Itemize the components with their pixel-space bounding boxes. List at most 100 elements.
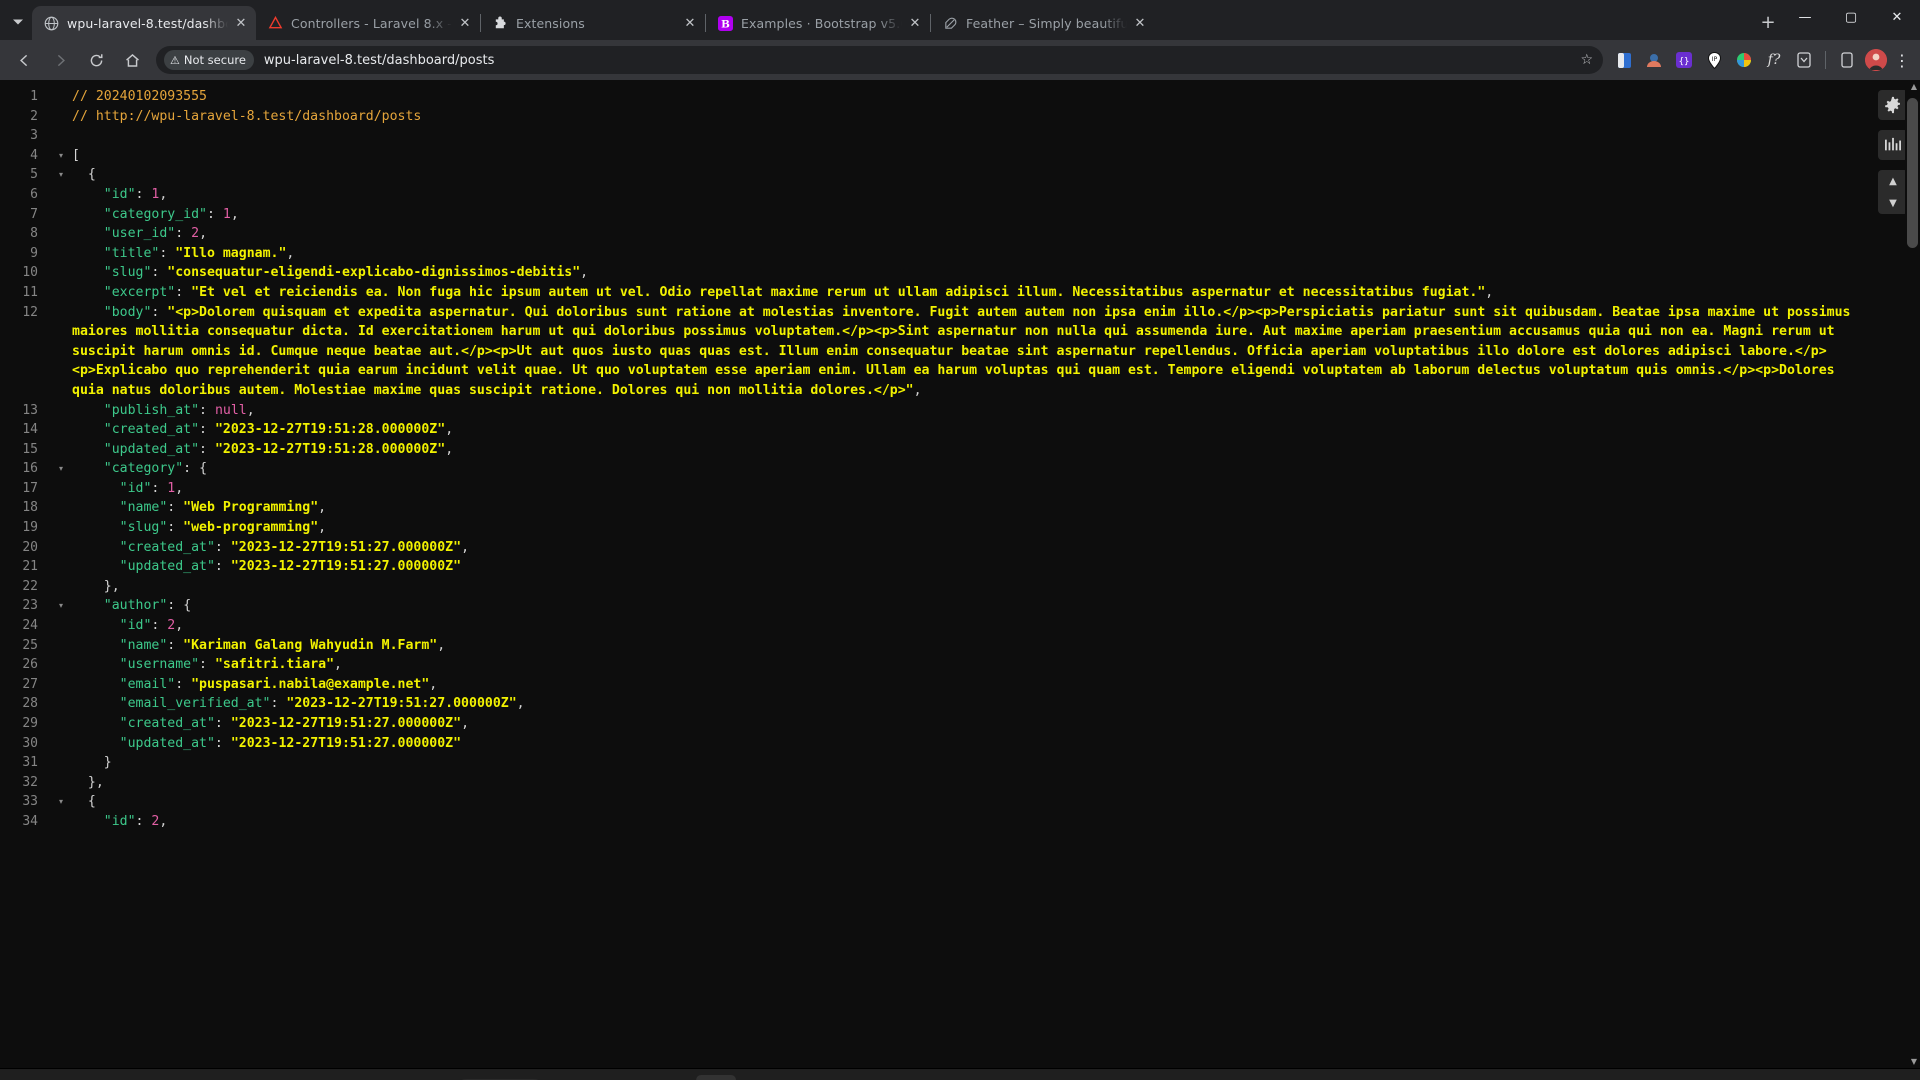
wifi-icon[interactable]	[1708, 1075, 1738, 1080]
avatar-extension-icon[interactable]	[1641, 47, 1667, 73]
browser-tab-4[interactable]: Feather – Simply beautiful open✕	[931, 6, 1155, 40]
chevron-up-icon[interactable]: ⌃	[1651, 1075, 1674, 1080]
json-line: "author": {	[72, 596, 1874, 616]
taskbar-app-file-explorer[interactable]: 📁	[650, 1075, 690, 1080]
scrollbar-thumb[interactable]	[1907, 98, 1918, 248]
json-viewer-panel: 1234567891011121314151617181920212223242…	[0, 80, 1920, 1068]
speaker-icon[interactable]	[1738, 1075, 1768, 1080]
lastpass-icon[interactable]	[1611, 47, 1637, 73]
taskbar-app-widgets[interactable]: 📈	[604, 1075, 644, 1080]
token-punc: :	[151, 618, 167, 633]
browser-tab-3[interactable]: BExamples · Bootstrap v5.0✕	[706, 6, 930, 40]
start-button[interactable]	[402, 1075, 442, 1080]
taskbar-app-chatgpt[interactable]: ◯	[1248, 1075, 1288, 1080]
token-punc: :	[167, 520, 183, 535]
security-badge[interactable]: ⚠ Not secure	[164, 50, 254, 70]
taskbar-app-discord[interactable]: ◍	[1202, 1075, 1242, 1080]
url-text[interactable]: wpu-laravel-8.test/dashboard/posts	[264, 53, 1581, 68]
back-icon[interactable]	[9, 45, 39, 75]
taskbar-app-notion-second[interactable]: N	[1432, 1075, 1472, 1080]
raw-data-icon[interactable]	[1878, 130, 1908, 160]
taskbar-app-postman[interactable]: ◑	[880, 1075, 920, 1080]
taskbar-app-word[interactable]: W	[1064, 1075, 1104, 1080]
fold-gutter[interactable]: ▾▾▾▾▾	[50, 80, 72, 1068]
scrollbar-up-arrow[interactable]: ▲	[1911, 82, 1917, 91]
json-viewer-icon[interactable]: {}	[1671, 47, 1697, 73]
taskbar-app-unknown-app[interactable]: ▲	[1478, 1075, 1518, 1080]
taskbar-app-task-view[interactable]: ▣	[558, 1075, 598, 1080]
taskbar-app-notepad[interactable]: ▥	[1340, 1075, 1380, 1080]
token-key: "email"	[72, 677, 175, 692]
token-str: "safitri.tiara"	[215, 657, 334, 672]
vertical-scrollbar[interactable]: ▲ ▼	[1905, 80, 1920, 1068]
json-line: "title": "Illo magnam.",	[72, 244, 1874, 264]
fold-toggle-icon[interactable]: ▾	[50, 146, 72, 166]
taskbar-app-visual-studio-code[interactable]: ✕	[788, 1075, 828, 1080]
browser-tab-2[interactable]: Extensions✕	[481, 6, 705, 40]
windows-taskbar: 🔍 Search ▣📈📁◎▶✕🐘◑❖N▤W✆✈◍◯◉▥bN▲ ⌃	[0, 1068, 1920, 1080]
scroll-nav-buttons[interactable]: ▲ ▼	[1878, 170, 1908, 214]
taskbar-app-postgresql[interactable]: 🐘	[834, 1075, 874, 1080]
token-key: "body"	[72, 305, 151, 320]
token-punc: :	[175, 226, 191, 241]
tab-close-icon[interactable]: ✕	[456, 14, 474, 32]
taskbar-app-telegram[interactable]: ✈	[1156, 1075, 1196, 1080]
taskbar-app-figma[interactable]: ❖	[926, 1075, 966, 1080]
pocket-icon[interactable]	[1791, 47, 1817, 73]
tab-close-icon[interactable]: ✕	[681, 14, 699, 32]
fold-toggle-icon[interactable]: ▾	[50, 596, 72, 616]
token-brace: {	[72, 794, 96, 809]
warning-triangle-icon: ⚠	[170, 54, 180, 67]
fontsninja-icon[interactable]: f?	[1761, 47, 1787, 73]
chevron-down-icon[interactable]: ▼	[1878, 192, 1908, 214]
close-window-button[interactable]: ✕	[1874, 0, 1920, 34]
forward-icon[interactable]	[45, 45, 75, 75]
tab-search-icon[interactable]	[4, 7, 32, 37]
three-dots-icon[interactable]: ⋮	[1890, 51, 1914, 70]
tab-close-icon[interactable]: ✕	[906, 14, 924, 32]
token-punc: :	[167, 500, 183, 515]
taskbar-app-google-chrome[interactable]: ◎	[696, 1075, 736, 1080]
tab-close-icon[interactable]: ✕	[232, 14, 250, 32]
ip-lookup-icon[interactable]: IP	[1701, 47, 1727, 73]
bell-icon[interactable]	[1886, 1075, 1914, 1080]
firefox-icon[interactable]	[1674, 1075, 1708, 1080]
token-key: "created_at"	[72, 540, 215, 555]
chevron-up-icon[interactable]: ▲	[1878, 170, 1908, 192]
taskbar-app-obs-studio[interactable]: ◉	[1294, 1075, 1334, 1080]
new-tab-button[interactable]: +	[1754, 8, 1782, 36]
taskbar-app-notion[interactable]: N	[972, 1075, 1012, 1080]
fold-toggle-icon[interactable]: ▾	[50, 792, 72, 812]
json-code-area[interactable]: // 20240102093555// http://wpu-laravel-8…	[72, 80, 1920, 1068]
browser-tab-0[interactable]: wpu-laravel-8.test/dashboard/posts✕	[32, 6, 256, 40]
taskbar-app-brave-browser[interactable]: b	[1386, 1075, 1426, 1080]
token-key: "slug"	[72, 520, 167, 535]
colorzilla-icon[interactable]	[1731, 47, 1757, 73]
scrollbar-down-arrow[interactable]: ▼	[1911, 1057, 1917, 1066]
token-str: "Et vel et reiciendis ea. Non fuga hic i…	[191, 285, 1485, 300]
token-brace: }	[72, 755, 112, 770]
line-number: 11	[0, 283, 50, 303]
reload-icon[interactable]	[81, 45, 111, 75]
taskbar-app-whatsapp[interactable]: ✆	[1110, 1075, 1150, 1080]
home-icon[interactable]	[117, 45, 147, 75]
fold-toggle-icon[interactable]: ▾	[50, 165, 72, 185]
tab-close-icon[interactable]: ✕	[1131, 14, 1149, 32]
battery-icon[interactable]	[1768, 1075, 1802, 1080]
star-icon[interactable]: ☆	[1580, 52, 1593, 68]
fold-toggle-icon[interactable]: ▾	[50, 459, 72, 479]
profile-avatar[interactable]	[1865, 49, 1887, 71]
maximize-button[interactable]: ▢	[1828, 0, 1874, 34]
json-line	[72, 126, 1874, 146]
address-bar[interactable]: ⚠ Not secure wpu-laravel-8.test/dashboar…	[156, 46, 1603, 74]
extension-toolbar: {} IP f? ⋮	[1609, 47, 1914, 73]
minimize-button[interactable]: —	[1782, 0, 1828, 34]
taskbar-app-terminal[interactable]: ▤	[1018, 1075, 1058, 1080]
extensions-puzzle-icon[interactable]	[1834, 47, 1860, 73]
taskbar-app-youtube[interactable]: ▶	[742, 1075, 782, 1080]
gear-icon[interactable]	[1878, 90, 1908, 120]
browser-tab-1[interactable]: Controllers - Laravel 8.x - The P✕	[256, 6, 480, 40]
token-str: "consequatur-eligendi-explicabo-dignissi…	[167, 265, 580, 280]
fold-spacer	[50, 420, 72, 440]
fold-spacer	[50, 812, 72, 832]
